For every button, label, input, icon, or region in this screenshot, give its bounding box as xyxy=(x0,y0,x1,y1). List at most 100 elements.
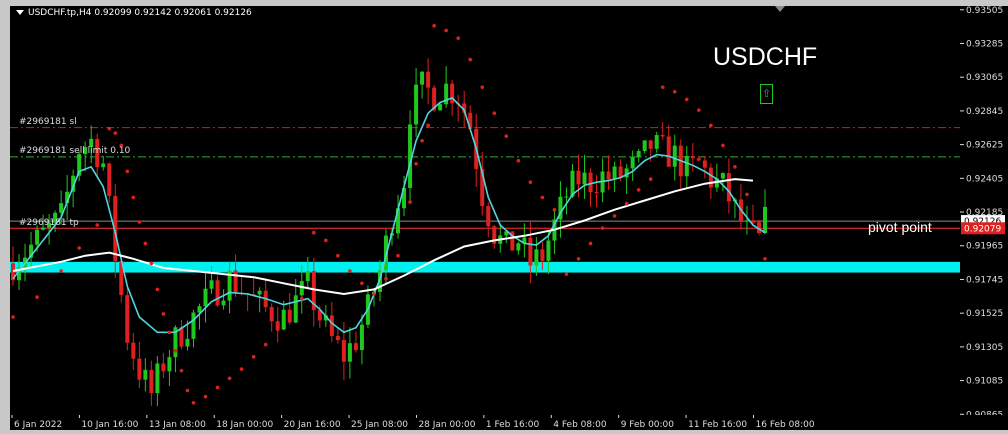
tp-price-badge: 0.92079 xyxy=(964,224,1001,234)
candle-body xyxy=(257,290,262,295)
candle-body xyxy=(420,71,425,85)
psar-dot xyxy=(636,188,641,192)
candle-body xyxy=(131,342,136,359)
candle-body xyxy=(564,196,569,198)
candle-body xyxy=(744,220,749,222)
x-tick-label: 16 Feb 08:00 xyxy=(756,420,815,430)
candle-body xyxy=(305,271,310,282)
candle-body xyxy=(179,327,184,347)
psar-dot xyxy=(624,201,629,206)
candle-body xyxy=(672,145,677,167)
psar-dot xyxy=(107,126,112,131)
candle-body xyxy=(588,172,593,193)
psar-dot xyxy=(504,134,509,138)
psar-dot xyxy=(672,89,677,94)
candle-body xyxy=(161,363,166,372)
candle-body xyxy=(763,206,767,233)
price-axis-svg: 0.93505 0.93285 0.93065 0.92845 0.92625 0.924… xyxy=(960,6,1005,420)
candles xyxy=(11,58,767,407)
candle-body xyxy=(528,237,533,266)
candle-body xyxy=(540,249,545,261)
candle-body xyxy=(269,307,274,322)
candle-body xyxy=(167,357,172,372)
psar-dot xyxy=(95,223,100,227)
psar-dot xyxy=(384,276,388,281)
chart-annotation-title: USDCHF xyxy=(713,43,818,71)
x-tick-label: 11 Feb 16:00 xyxy=(688,420,747,430)
psar-dot xyxy=(684,97,689,102)
candle-body xyxy=(696,158,701,161)
psar-dot xyxy=(11,315,15,319)
psar-dot xyxy=(456,36,460,40)
candle-body xyxy=(690,156,695,159)
time-axis: 6 Jan 2022 10 Jan 16:00 13 Jan 08:00 18 Jan… xyxy=(10,415,1008,430)
candle-body xyxy=(720,173,725,179)
up-arrow-icon: ⇧ xyxy=(760,84,773,104)
psar-dot xyxy=(59,269,63,273)
psar-dot xyxy=(528,180,533,184)
y-tick-label: 0.93285 xyxy=(966,39,1003,49)
y-tick-label: 0.92625 xyxy=(966,141,1003,151)
psar-dot xyxy=(612,214,617,218)
psar-dot xyxy=(239,367,244,371)
parabolic-sar xyxy=(11,24,767,405)
candle-body xyxy=(353,343,358,351)
y-tick-label: 0.91305 xyxy=(966,343,1003,353)
psar-dot xyxy=(77,246,81,250)
y-tick-label: 0.93505 xyxy=(966,6,1003,16)
psar-dot xyxy=(137,220,142,224)
candle-body xyxy=(618,166,623,178)
price-axis: 0.93505 0.93285 0.93065 0.92845 0.92625 0.924… xyxy=(960,6,1008,420)
psar-dot xyxy=(143,241,148,246)
psar-dot xyxy=(757,220,761,224)
x-tick-label: 9 Feb 00:00 xyxy=(621,420,675,430)
price-chart[interactable] xyxy=(10,6,960,415)
plot-area[interactable]: USDCHF.tp,H4 0.92099 0.92142 0.92061 0.9… xyxy=(10,6,960,415)
candle-body xyxy=(612,166,617,180)
psar-dot xyxy=(203,394,208,399)
psar-dot xyxy=(709,123,713,128)
x-tick-label: 4 Feb 08:00 xyxy=(553,420,607,430)
psar-dot xyxy=(600,226,605,230)
candle-body xyxy=(648,140,653,149)
candle-body xyxy=(155,363,160,394)
candle-body xyxy=(576,170,581,185)
psar-dot xyxy=(161,312,166,316)
psar-dot xyxy=(372,292,376,296)
psar-dot xyxy=(336,253,340,258)
candle-body xyxy=(359,324,364,351)
x-tick-label: 10 Jan 16:00 xyxy=(81,420,138,430)
psar-dot xyxy=(648,177,653,181)
x-tick-label: 18 Jan 00:00 xyxy=(216,420,273,430)
x-tick-label: 25 Jan 08:00 xyxy=(351,420,408,430)
candle-body xyxy=(221,300,226,306)
candle-body xyxy=(101,163,106,168)
candle-body xyxy=(233,270,238,293)
candle-body xyxy=(329,315,334,336)
psar-dot xyxy=(125,169,130,174)
chart-window: USDCHF.tp,H4 0.92099 0.92142 0.92061 0.9… xyxy=(0,0,1008,430)
candle-body xyxy=(642,140,647,152)
candle-body xyxy=(137,358,142,380)
scroll-marker-icon[interactable] xyxy=(775,6,785,12)
candle-body xyxy=(281,309,286,330)
psar-dot xyxy=(414,161,418,166)
candle-body xyxy=(582,172,587,185)
psar-dot xyxy=(215,385,220,390)
candle-body xyxy=(149,369,154,394)
order-tp-label: #2969181 tp xyxy=(19,218,79,229)
candle-body xyxy=(185,338,190,347)
psar-dot xyxy=(324,238,328,243)
psar-dot xyxy=(287,312,292,316)
candle-body xyxy=(606,171,611,180)
x-tick-label: 28 Jan 00:00 xyxy=(418,420,475,430)
psar-dot xyxy=(185,388,190,393)
candle-body xyxy=(438,104,443,111)
dropdown-triangle-icon[interactable] xyxy=(16,10,24,15)
y-tick-label: 0.92845 xyxy=(966,107,1003,117)
candle-body xyxy=(630,156,635,169)
candle-body xyxy=(215,280,220,306)
psar-dot xyxy=(299,296,304,301)
psar-dot xyxy=(516,158,521,163)
psar-dot xyxy=(660,85,665,89)
